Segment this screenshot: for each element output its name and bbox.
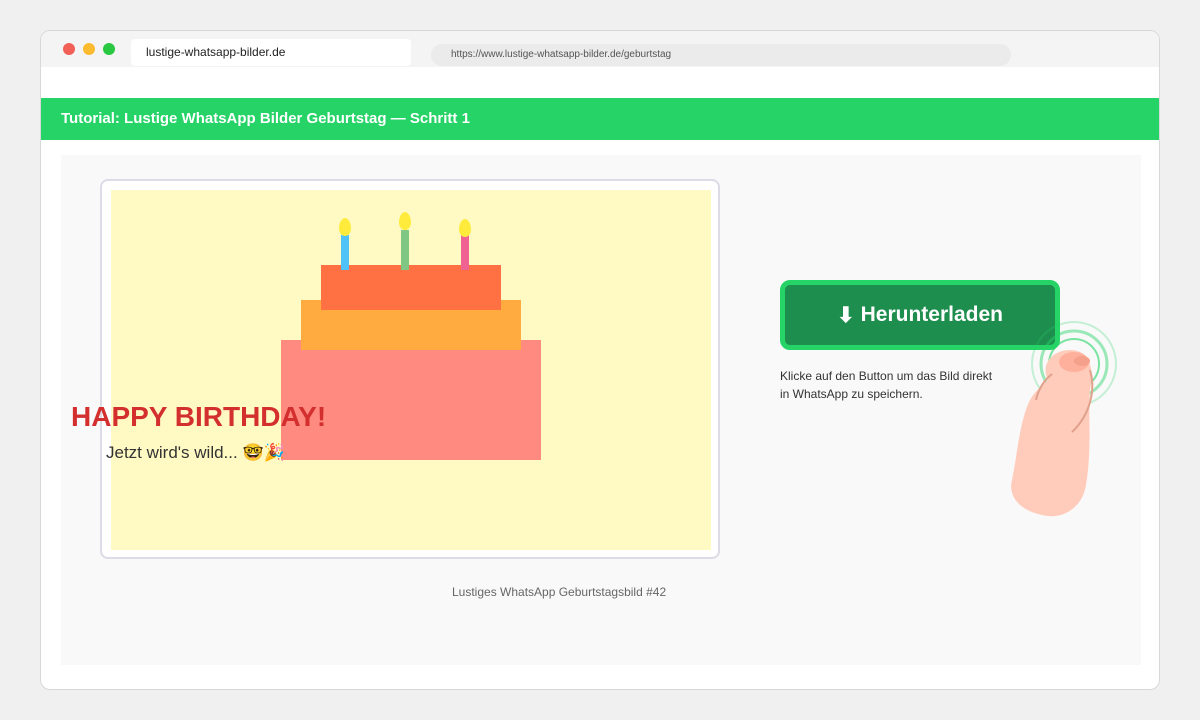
birthday-image [111, 190, 711, 550]
image-card: Lustiges WhatsApp Geburtstagsbild #42 [100, 179, 720, 599]
browser-window: lustige-whatsapp-bilder.de https://www.l… [40, 30, 1160, 690]
address-bar[interactable]: https://www.lustige-whatsapp-bilder.de/g… [431, 44, 1011, 66]
download-arrow-icon: ⬇ [837, 303, 855, 327]
candle-flame-icon [339, 218, 351, 236]
candle-blue [341, 235, 349, 270]
image-caption: Lustiges WhatsApp Geburtstagsbild #42 [452, 585, 667, 599]
browser-chrome: lustige-whatsapp-bilder.de https://www.l… [41, 31, 1159, 67]
tutorial-banner: Tutorial: Lustige WhatsApp Bilder Geburt… [41, 98, 1159, 140]
candle-flame-icon [459, 219, 471, 237]
candle-pink [461, 235, 469, 270]
close-window-button[interactable] [63, 43, 75, 55]
download-hint: Klicke auf den Button um das Bild direkt… [780, 369, 993, 401]
minimize-window-button[interactable] [83, 43, 95, 55]
maximize-window-button[interactable] [103, 43, 115, 55]
candle-green [401, 230, 409, 270]
happy-birthday-title: HAPPY BIRTHDAY! [71, 401, 327, 432]
download-button-label: Herunterladen [860, 303, 1003, 326]
image-subtitle: Jetzt wird's wild... 🤓🎉 [106, 443, 285, 462]
cake-top-tier [321, 265, 501, 310]
cake-bottom-tier [281, 340, 541, 460]
candle-flame-icon [399, 212, 411, 230]
browser-tab[interactable]: lustige-whatsapp-bilder.de [131, 39, 411, 66]
pointing-hand-icon [1011, 321, 1117, 517]
